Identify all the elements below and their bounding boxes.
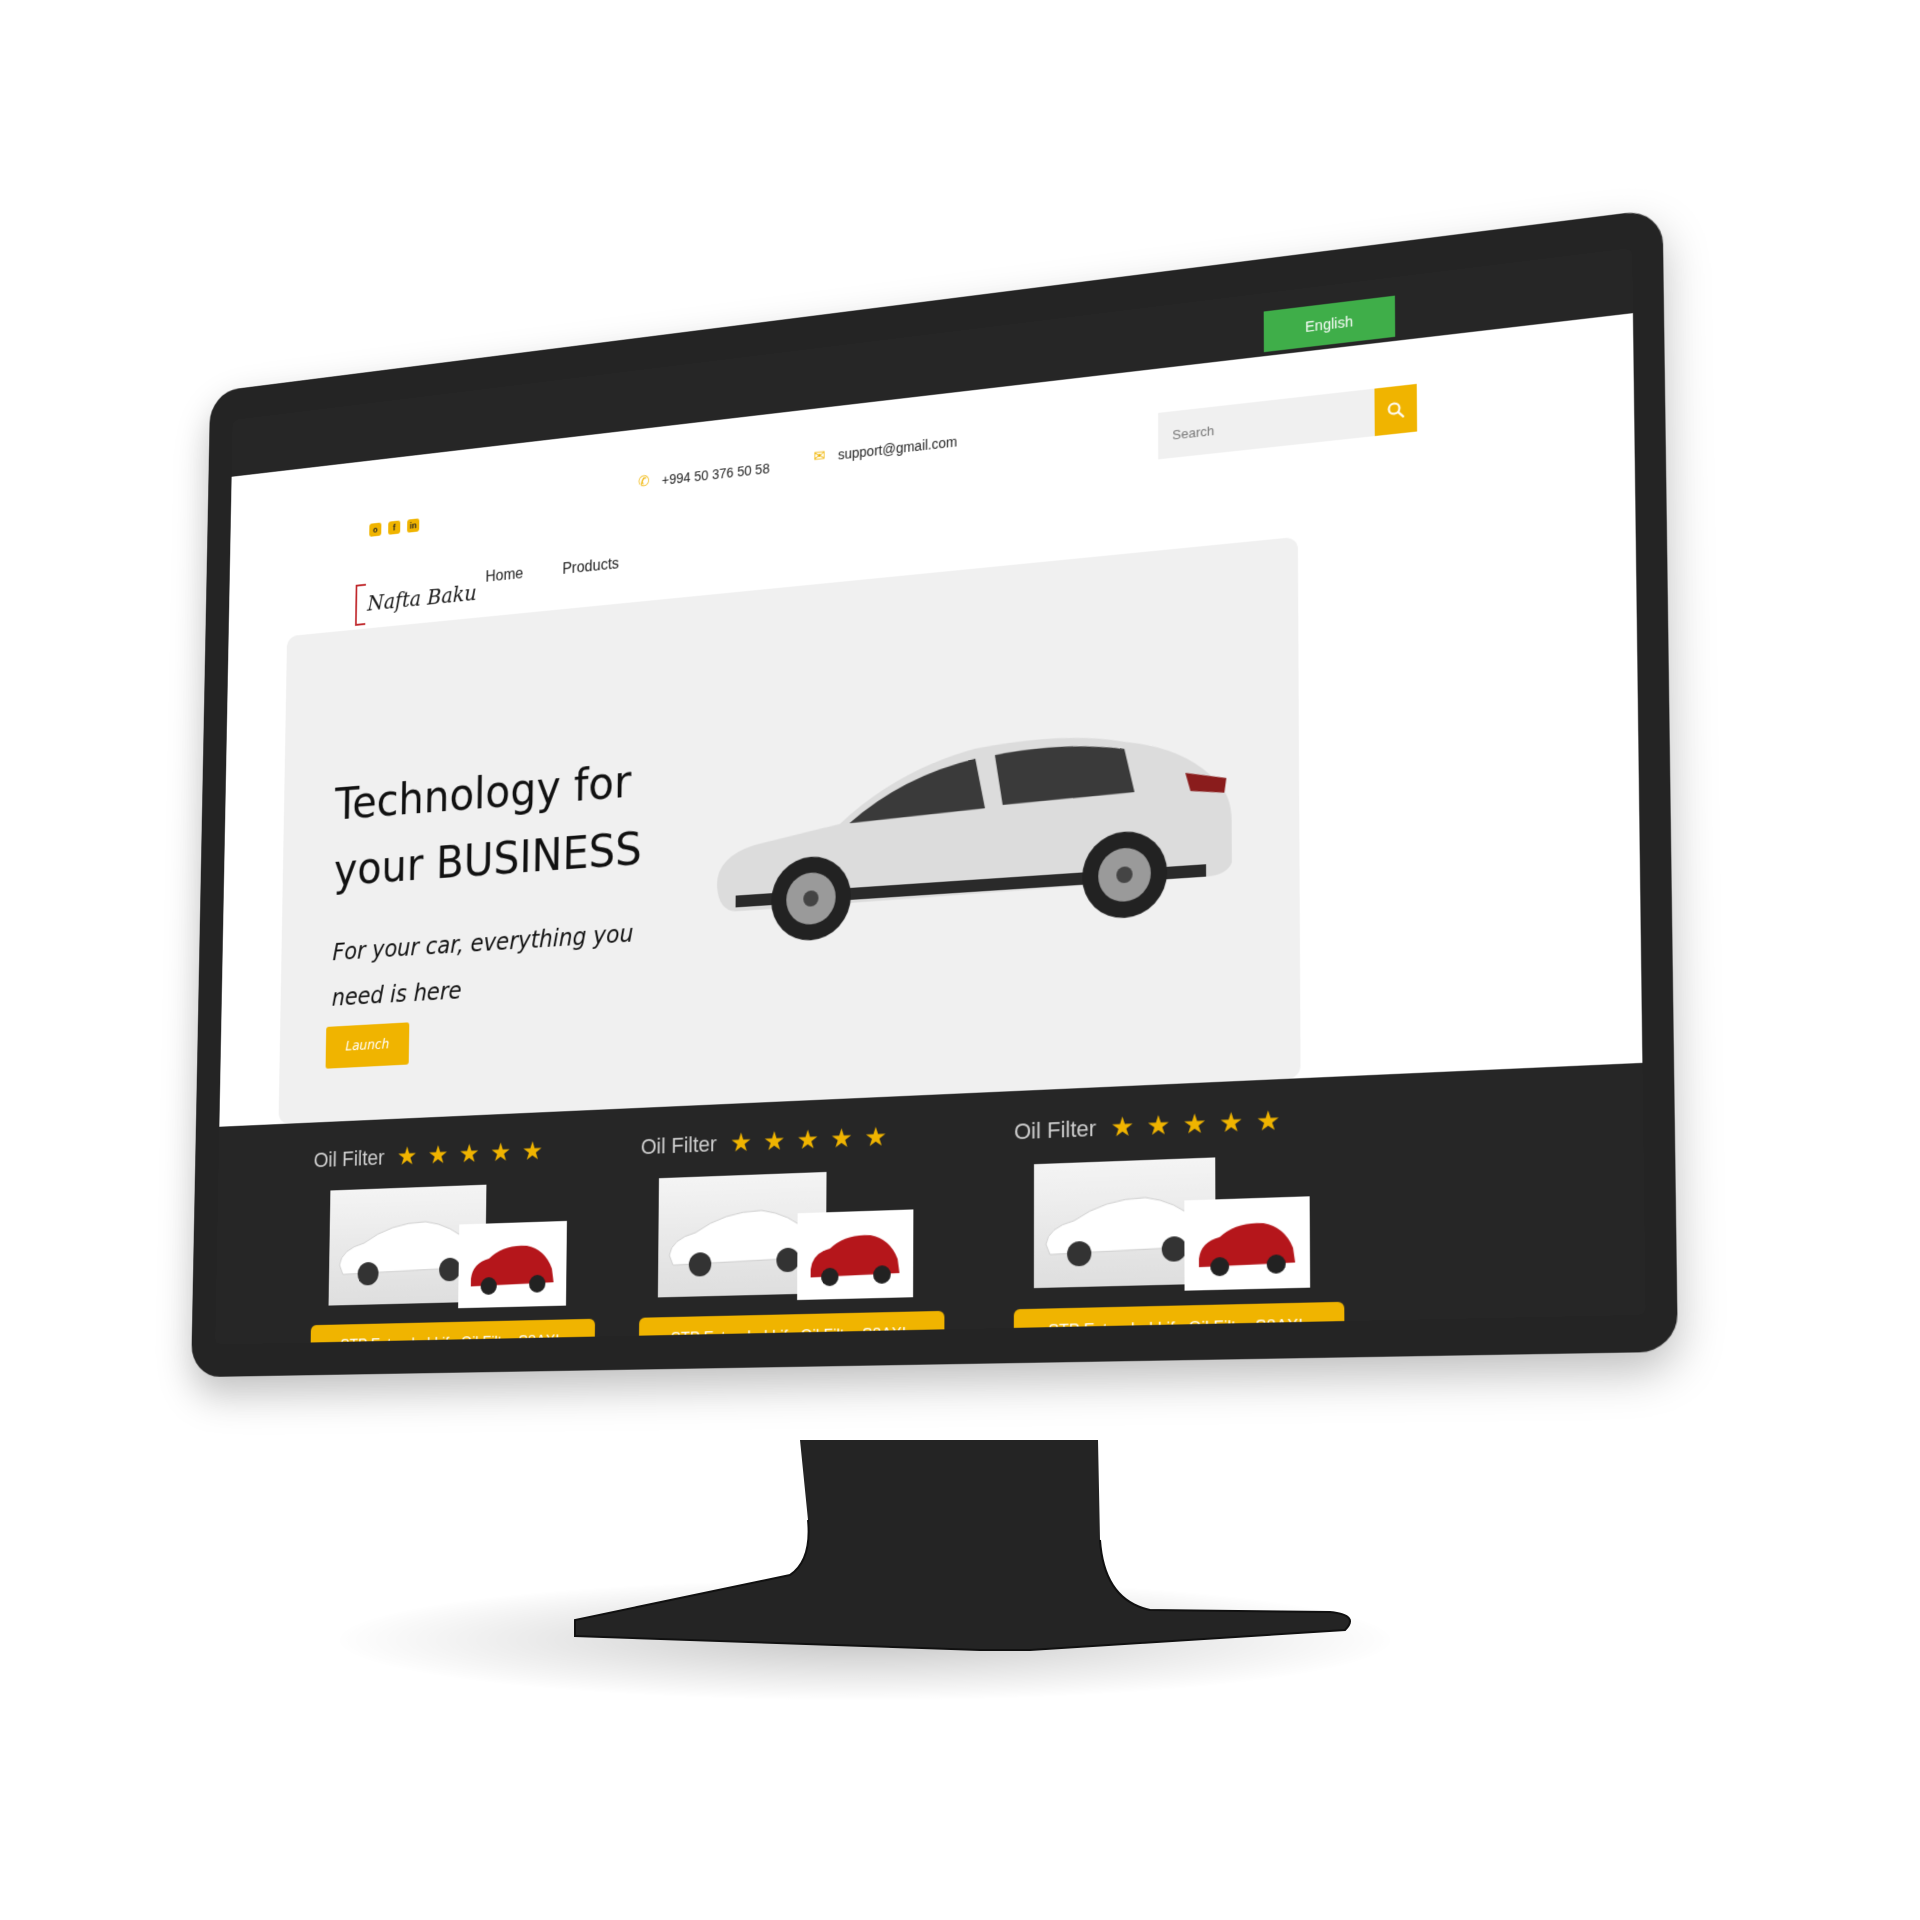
search-input[interactable]: [1158, 388, 1375, 460]
star-icon: ★: [864, 1122, 887, 1154]
product-button[interactable]: STP Extended Life Oil Filter S8AXL: [1013, 1301, 1345, 1345]
star-icon: ★: [396, 1141, 418, 1172]
star-icon: ★: [1182, 1108, 1207, 1141]
star-icon: ★: [1219, 1107, 1244, 1140]
star-icon: ★: [1110, 1111, 1135, 1144]
product-image-red-car: [458, 1220, 567, 1309]
star-icon: ★: [458, 1139, 480, 1170]
hero-subtitle: For your car, everything you need is her…: [331, 919, 634, 1012]
phone-contact[interactable]: ✆ +994 50 376 50 58: [638, 460, 770, 490]
star-icon: ★: [796, 1124, 819, 1156]
email-contact[interactable]: ✉ support@gmail.com: [813, 434, 957, 466]
star-icon: ★: [521, 1136, 543, 1167]
product-card[interactable]: Oil Filter ★ ★ ★ ★ ★ STP Extended Life O…: [1013, 1097, 1355, 1345]
star-icon: ★: [1255, 1105, 1281, 1139]
main-nav: Home Products: [485, 556, 619, 587]
star-icon: ★: [830, 1123, 853, 1155]
search-icon: [1386, 400, 1405, 421]
product-image-red-car: [1184, 1196, 1311, 1291]
hero-banner: Technology for your BUSINESS For your ca…: [278, 536, 1301, 1125]
star-icon: ★: [729, 1127, 752, 1159]
monitor-frame: English o f in ✆ +994 50 376 50 58 ✉ sup: [191, 208, 1678, 1378]
rating-stars: ★ ★ ★ ★ ★: [1110, 1105, 1281, 1144]
star-icon: ★: [427, 1140, 449, 1171]
product-title: Oil Filter: [313, 1145, 385, 1173]
hero-car-image: [716, 724, 1232, 943]
envelope-icon: ✉: [813, 447, 826, 466]
product-title: Oil Filter: [1014, 1115, 1097, 1145]
social-links: o f in: [369, 518, 420, 537]
email-address: support@gmail.com: [837, 433, 958, 463]
monitor-screen: English o f in ✆ +994 50 376 50 58 ✉ sup: [215, 247, 1646, 1345]
rating-stars: ★ ★ ★ ★ ★: [396, 1136, 543, 1172]
star-icon: ★: [490, 1137, 512, 1168]
nav-item-products[interactable]: Products: [562, 556, 619, 579]
linkedin-icon[interactable]: in: [407, 518, 420, 533]
hero-title: Technology for your BUSINESS: [333, 754, 643, 896]
product-card[interactable]: Oil Filter ★ ★ ★ ★ ★ STP Extended Life O…: [310, 1129, 606, 1345]
logo-text: Nafta Baku: [367, 581, 477, 616]
product-title: Oil Filter: [640, 1131, 717, 1160]
search-button[interactable]: [1374, 383, 1418, 437]
star-icon: ★: [1146, 1110, 1171, 1143]
rating-stars: ★ ★ ★ ★ ★: [729, 1122, 887, 1159]
product-button[interactable]: STP Extended Life Oil Filter S8AXL: [310, 1318, 596, 1345]
facebook-icon[interactable]: f: [388, 520, 401, 535]
mockup-scene: English o f in ✆ +994 50 376 50 58 ✉ sup: [0, 0, 1920, 1920]
brand-logo[interactable]: Nafta Baku: [355, 572, 477, 626]
nav-item-home[interactable]: Home: [485, 566, 523, 587]
instagram-icon[interactable]: o: [369, 522, 382, 537]
phone-number: +994 50 376 50 58: [661, 460, 770, 488]
product-button[interactable]: STP Extended Life Oil Filter S8AXL: [638, 1310, 945, 1345]
logo-mark: [355, 583, 366, 626]
product-card[interactable]: Oil Filter ★ ★ ★ ★ ★ STP Extended Life O…: [638, 1114, 955, 1345]
product-image-red-car: [797, 1209, 914, 1301]
phone-icon: ✆: [638, 472, 650, 491]
launch-button[interactable]: Launch: [325, 1022, 410, 1069]
star-icon: ★: [763, 1126, 786, 1158]
search-box: [1158, 383, 1418, 460]
